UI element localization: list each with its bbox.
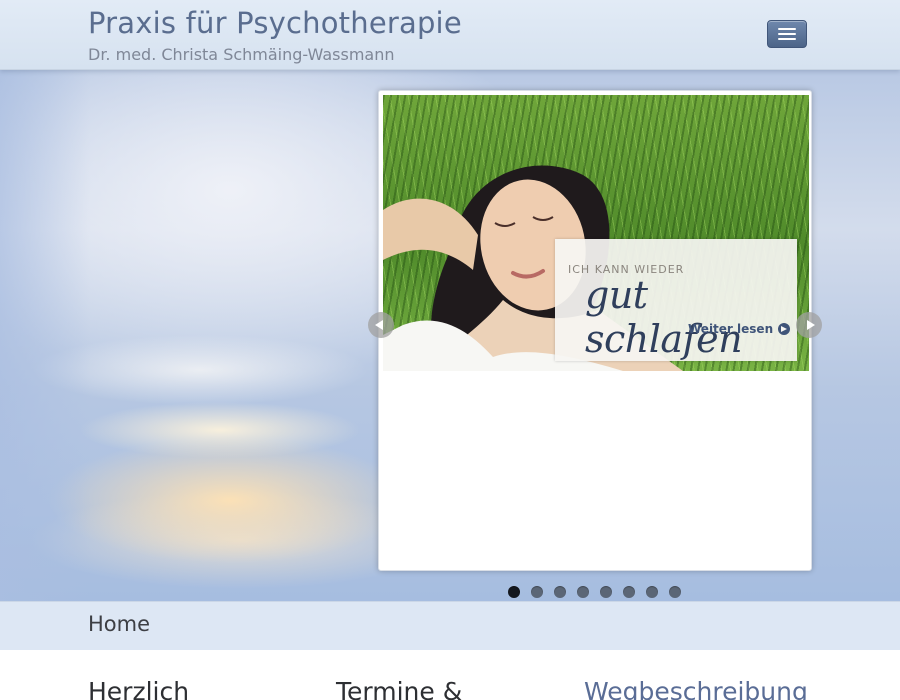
slider-next-arrow-icon[interactable] xyxy=(796,312,822,338)
slide-caption: ICH KANN WIEDER gut schlafen Weiter lese… xyxy=(555,239,797,361)
slider-dot-4[interactable] xyxy=(577,586,589,598)
hamburger-menu-icon-bar xyxy=(778,38,796,40)
breadcrumb: Home xyxy=(0,601,900,650)
slider-dot-6[interactable] xyxy=(623,586,635,598)
slider-pagination xyxy=(508,586,681,598)
read-more-label: Weiter lesen xyxy=(688,322,774,336)
column-heading-directions[interactable]: Wegbeschreibung xyxy=(584,677,808,700)
hero-section: ICH KANN WIEDER gut schlafen Weiter lese… xyxy=(0,70,900,601)
column-heading-welcome: Herzlich xyxy=(88,677,190,700)
hamburger-menu-icon-bar xyxy=(778,33,796,35)
menu-toggle-button[interactable] xyxy=(767,20,807,48)
breadcrumb-home-link[interactable]: Home xyxy=(88,612,150,636)
content-columns: Herzlich Termine & Wegbeschreibung xyxy=(0,650,900,700)
slider-dot-7[interactable] xyxy=(646,586,658,598)
slider-dot-3[interactable] xyxy=(554,586,566,598)
hamburger-menu-icon xyxy=(778,28,796,30)
sky-background xyxy=(0,70,90,601)
slider: ICH KANN WIEDER gut schlafen Weiter lese… xyxy=(378,90,812,571)
slider-dot-8[interactable] xyxy=(669,586,681,598)
slider-prev-arrow-icon[interactable] xyxy=(368,312,394,338)
slide-image[interactable]: ICH KANN WIEDER gut schlafen Weiter lese… xyxy=(383,95,809,371)
slider-dot-1[interactable] xyxy=(508,586,520,598)
site-subtitle: Dr. med. Christa Schmäing-Wassmann xyxy=(88,45,395,64)
site-title[interactable]: Praxis für Psychotherapie xyxy=(88,6,462,40)
slide-caption-title: gut schlafen xyxy=(585,273,743,361)
read-more-link[interactable]: Weiter lesen xyxy=(688,322,791,336)
column-heading-appointments: Termine & xyxy=(336,677,463,700)
slider-dot-5[interactable] xyxy=(600,586,612,598)
arrow-circle-right-icon xyxy=(778,323,791,335)
site-header: Praxis für Psychotherapie Dr. med. Chris… xyxy=(0,0,900,70)
slider-dot-2[interactable] xyxy=(531,586,543,598)
